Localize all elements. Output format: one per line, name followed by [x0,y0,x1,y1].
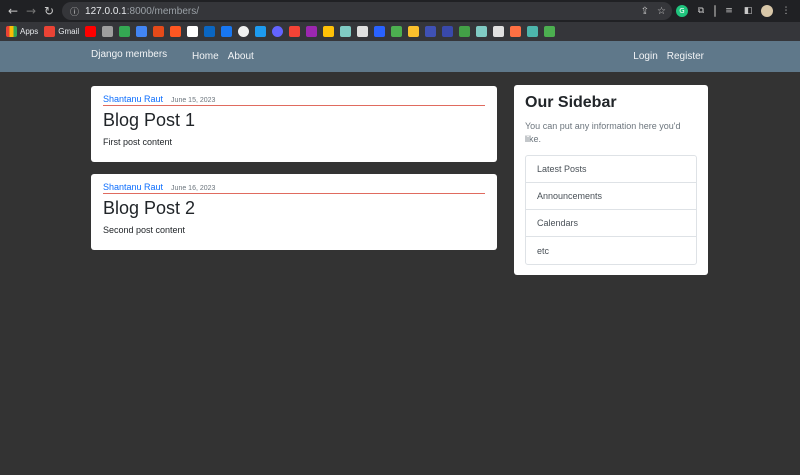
post-author-link[interactable]: Shantanu Raut [103,182,163,192]
bookmarks-bar: Apps Gmail [0,22,800,41]
nav-link-home[interactable]: Home [192,51,219,62]
facebook-icon[interactable] [221,26,233,37]
bookmark-icon[interactable] [170,26,182,37]
post-title[interactable]: Blog Post 2 [103,198,485,219]
bookmark-icon[interactable] [408,26,420,37]
post-date: June 16, 2023 [171,185,216,192]
bookmark-label: Apps [20,27,39,36]
bookmark-icon[interactable] [425,26,437,37]
apple-icon[interactable] [102,26,114,37]
blog-post-card: Shantanu Raut June 15, 2023 Blog Post 1 … [91,86,497,162]
site-info-icon[interactable]: ⓘ [70,5,79,18]
extensions-puzzle-icon[interactable]: ⧉ [695,5,707,17]
bookmark-icon[interactable] [323,26,335,37]
wordpress-icon[interactable] [187,26,199,37]
browser-toolbar: ← → ↻ ⓘ 127.0.0.1:8000/members/ ⇪ ☆ G ⧉ … [0,0,800,22]
bookmark-icon[interactable] [391,26,403,37]
post-content: Second post content [103,225,186,235]
bookmark-icon[interactable] [306,26,318,37]
gmail-icon [44,26,56,37]
linkedin-icon[interactable] [204,26,216,37]
sidebar-title: Our Sidebar [525,94,617,111]
address-bar[interactable]: ⓘ 127.0.0.1:8000/members/ ⇪ ☆ [62,2,672,20]
bookmark-icon[interactable] [357,26,369,37]
bookmark-icon[interactable] [289,26,301,37]
profile-avatar-icon[interactable] [761,5,773,17]
back-arrow-icon[interactable]: ← [4,2,22,20]
bookmark-label: Gmail [58,27,80,36]
sidebar-list: Latest Posts Announcements Calendars etc [525,155,697,265]
bookmark-icon[interactable] [374,26,386,37]
star-icon[interactable]: ☆ [657,6,666,17]
post-meta: Shantanu Raut June 15, 2023 [103,94,485,106]
twitter-icon[interactable] [255,26,267,37]
bookmark-icon[interactable] [340,26,352,37]
bookmark-icon[interactable] [493,26,505,37]
bookmark-icon[interactable] [476,26,488,37]
share-icon[interactable]: ⇪ [641,6,649,17]
bookmark-gmail[interactable]: Gmail [44,26,79,37]
maps-icon[interactable] [119,26,131,37]
apps-grid-icon [6,26,17,37]
reload-icon[interactable]: ↻ [40,2,58,20]
sidebar-item-latest-posts[interactable]: Latest Posts [526,156,696,183]
bookmark-icon[interactable] [544,26,556,37]
forward-arrow-icon[interactable]: → [22,2,40,20]
sidebar-item-announcements[interactable]: Announcements [526,183,696,210]
post-date: June 15, 2023 [171,97,216,104]
bookmark-icon[interactable] [527,26,539,37]
navbar-brand[interactable]: Django members [91,49,167,60]
youtube-icon[interactable] [85,26,97,37]
sidebar-description: You can put any information here you'd l… [525,121,681,144]
bookmark-icon[interactable] [442,26,454,37]
nav-link-login[interactable]: Login [633,51,657,62]
reading-list-icon[interactable]: ≡ [723,5,735,17]
sidebar-card: Our Sidebar You can put any information … [514,85,708,275]
extensions-area: G ⧉ ≡ ◧ ⋮ [676,2,792,20]
post-meta: Shantanu Raut June 16, 2023 [103,182,485,194]
nav-link-about[interactable]: About [228,51,254,62]
url-path: :8000/members/ [126,5,199,17]
sidebar-item-etc[interactable]: etc [526,237,696,264]
side-panel-icon[interactable]: ◧ [742,5,754,17]
github-icon[interactable] [238,26,250,37]
sidebar-item-calendars[interactable]: Calendars [526,210,696,237]
url-host: 127.0.0.1 [85,5,127,17]
nav-link-register[interactable]: Register [667,51,704,62]
site-navbar: Django members Home About Login Register [0,41,800,72]
bookmark-icon[interactable] [153,26,165,37]
post-author-link[interactable]: Shantanu Raut [103,94,163,104]
menu-kebab-icon[interactable]: ⋮ [780,5,792,17]
docs-icon[interactable] [136,26,148,37]
bookmark-icon[interactable] [510,26,522,37]
grammarly-extension-icon[interactable]: G [676,5,688,17]
mastodon-icon[interactable] [272,26,284,37]
bookmark-icon[interactable] [459,26,471,37]
divider-icon [714,5,716,17]
post-content: First post content [103,137,173,147]
blog-post-card: Shantanu Raut June 16, 2023 Blog Post 2 … [91,174,497,250]
bookmark-apps[interactable]: Apps [6,26,38,37]
post-title[interactable]: Blog Post 1 [103,110,485,131]
